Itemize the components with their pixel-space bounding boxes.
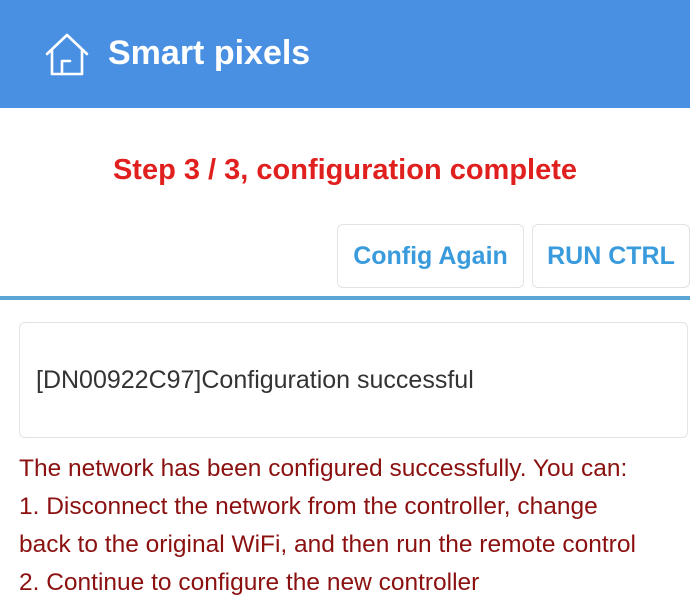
config-again-button[interactable]: Config Again — [337, 224, 524, 288]
instruction-line: The network has been configured successf… — [19, 455, 628, 482]
run-ctrl-button[interactable]: RUN CTRL — [532, 224, 690, 288]
app-title: Smart pixels — [108, 34, 311, 72]
result-message: [DN00922C97]Configuration successful — [36, 365, 474, 394]
instruction-line: back to the original WiFi, and then run … — [19, 531, 636, 558]
instruction-line: 1. Disconnect the network from the contr… — [19, 493, 598, 520]
step-title: Step 3 / 3, configuration complete — [112, 154, 578, 186]
instruction-line: 2. Continue to configure the new control… — [19, 569, 480, 596]
home-icon[interactable] — [40, 28, 94, 82]
result-box: [DN00922C97]Configuration successful — [19, 322, 688, 438]
divider — [0, 296, 690, 300]
app-header: Smart pixels — [0, 0, 690, 108]
instructions: The network has been configured successf… — [19, 450, 690, 602]
